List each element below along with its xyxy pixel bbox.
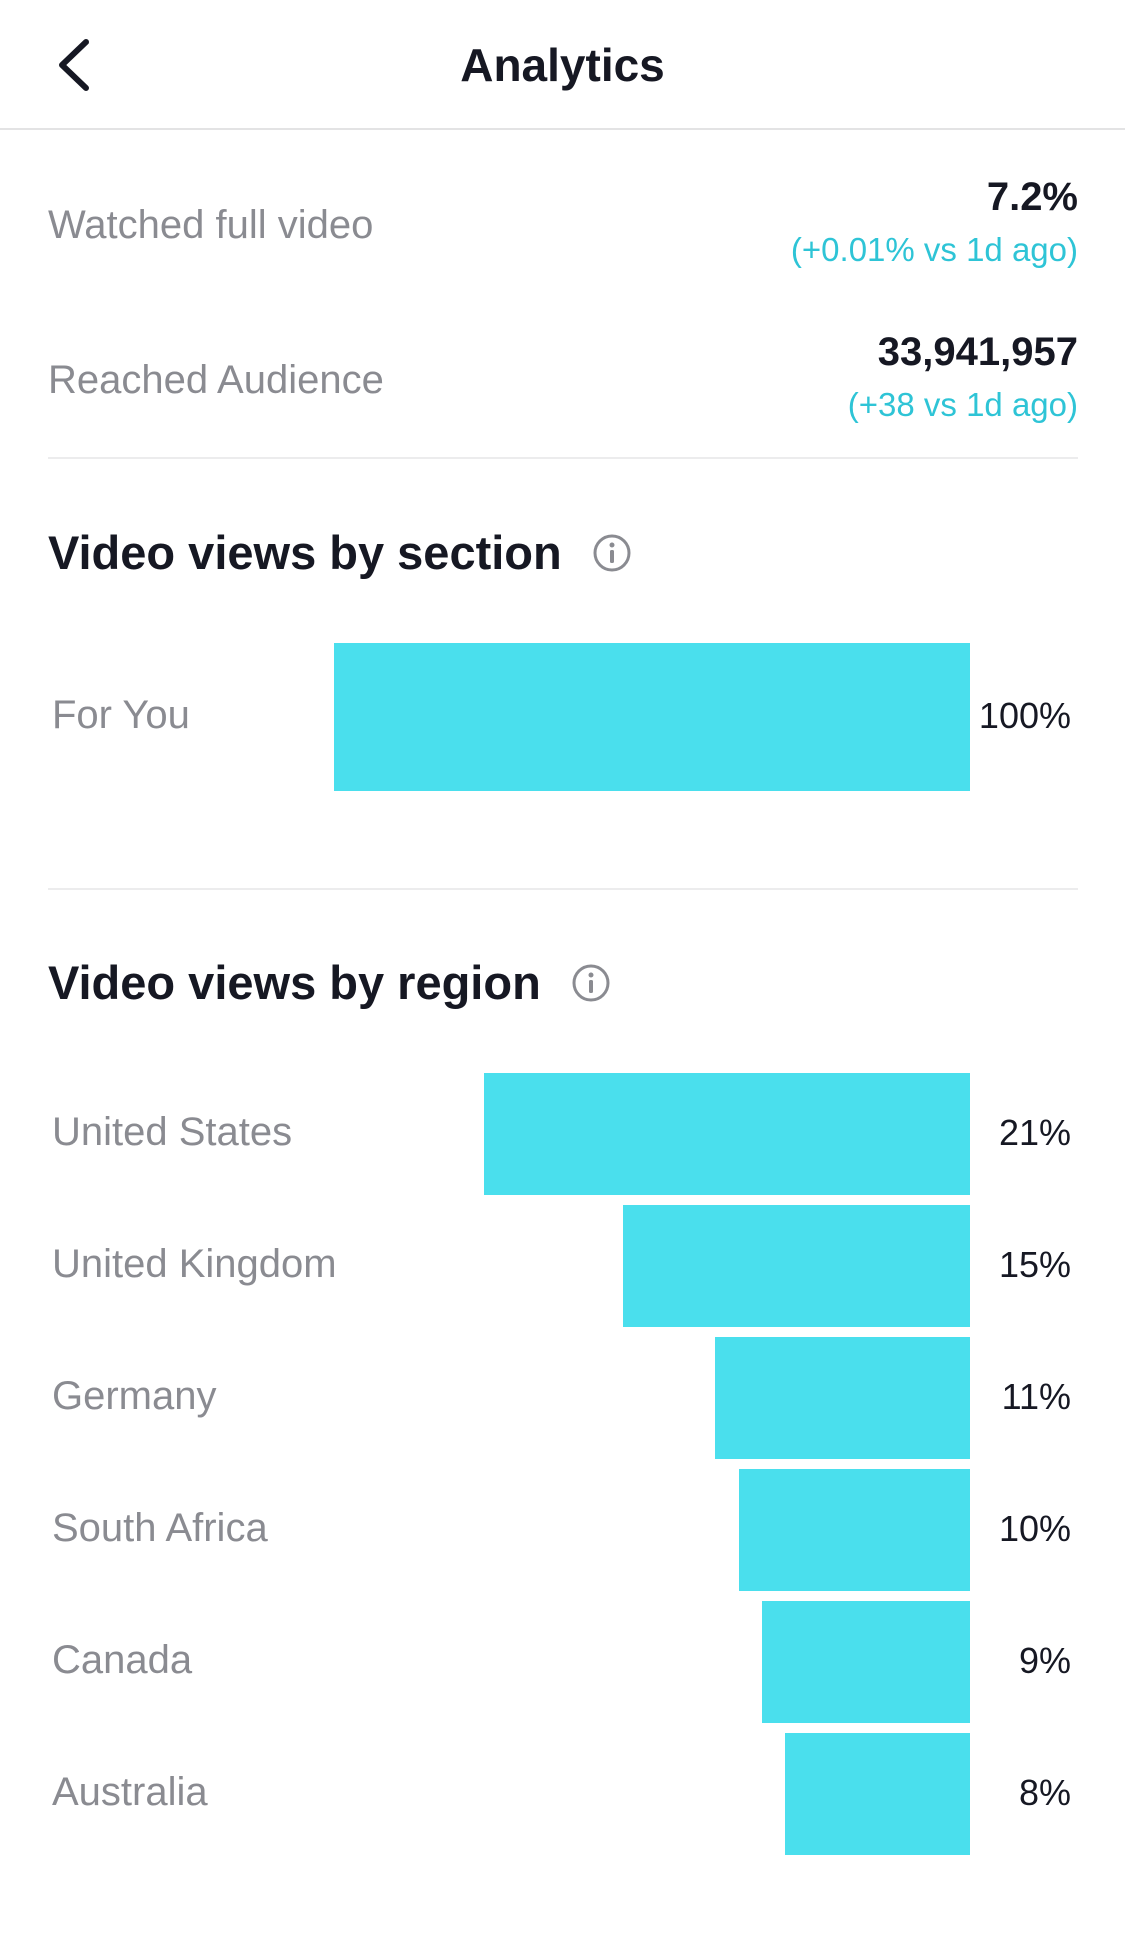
bar-row: Australia 8% bbox=[0, 1733, 1125, 1855]
bar-category-label: Germany bbox=[52, 1374, 217, 1418]
page-title: Analytics bbox=[460, 39, 665, 91]
divider bbox=[48, 457, 1078, 459]
bar-value-label: 100% bbox=[978, 695, 1071, 736]
bar-row: South Africa 10% bbox=[0, 1469, 1125, 1591]
bar bbox=[623, 1205, 970, 1327]
bar bbox=[762, 1601, 970, 1723]
bar-value-label: 21% bbox=[998, 1112, 1071, 1153]
bar bbox=[715, 1337, 970, 1459]
bar-category-label: United Kingdom bbox=[52, 1242, 337, 1286]
bar-row: For You 100% bbox=[0, 643, 1125, 791]
bar-category-label: For You bbox=[52, 693, 190, 737]
divider bbox=[48, 888, 1078, 890]
section-title-text: Video views by section bbox=[48, 526, 562, 579]
bar bbox=[484, 1073, 970, 1195]
bar-row: Canada 9% bbox=[0, 1601, 1125, 1723]
bar-value-label: 11% bbox=[1001, 1376, 1071, 1417]
metric-delta: (+0.01% vs 1d ago) bbox=[790, 231, 1078, 268]
metric-label: Watched full video bbox=[48, 203, 374, 247]
metric-reached-audience: Reached Audience 33,941,957 (+38 vs 1d a… bbox=[48, 330, 1078, 450]
metric-label: Reached Audience bbox=[48, 358, 384, 402]
bar bbox=[785, 1733, 970, 1855]
section-title-text: Video views by region bbox=[48, 956, 541, 1009]
metric-value: 33,941,957 bbox=[877, 330, 1078, 374]
bar-category-label: South Africa bbox=[52, 1506, 268, 1550]
top-nav-bar: Analytics bbox=[0, 0, 1125, 130]
bar bbox=[334, 643, 970, 791]
metric-value: 7.2% bbox=[986, 175, 1078, 219]
bar-value-label: 10% bbox=[998, 1508, 1071, 1549]
section-title-views-by-section: Video views by section bbox=[48, 525, 632, 580]
bar-value-label: 8% bbox=[1018, 1772, 1071, 1813]
bar-row: United Kingdom 15% bbox=[0, 1205, 1125, 1327]
bar-value-label: 15% bbox=[998, 1244, 1071, 1285]
info-icon[interactable] bbox=[592, 533, 632, 573]
bar bbox=[739, 1469, 970, 1591]
metric-delta: (+38 vs 1d ago) bbox=[847, 386, 1078, 423]
bar-value-label: 9% bbox=[1018, 1640, 1071, 1681]
bar-row: Germany 11% bbox=[0, 1337, 1125, 1459]
bar-category-label: Canada bbox=[52, 1638, 193, 1682]
bar-row: United States 21% bbox=[0, 1073, 1125, 1195]
section-title-views-by-region: Video views by region bbox=[48, 955, 611, 1010]
bar-category-label: Australia bbox=[52, 1770, 208, 1814]
metric-watched-full-video: Watched full video 7.2% (+0.01% vs 1d ag… bbox=[48, 175, 1078, 295]
bar-category-label: United States bbox=[52, 1110, 293, 1154]
info-icon[interactable] bbox=[571, 963, 611, 1003]
